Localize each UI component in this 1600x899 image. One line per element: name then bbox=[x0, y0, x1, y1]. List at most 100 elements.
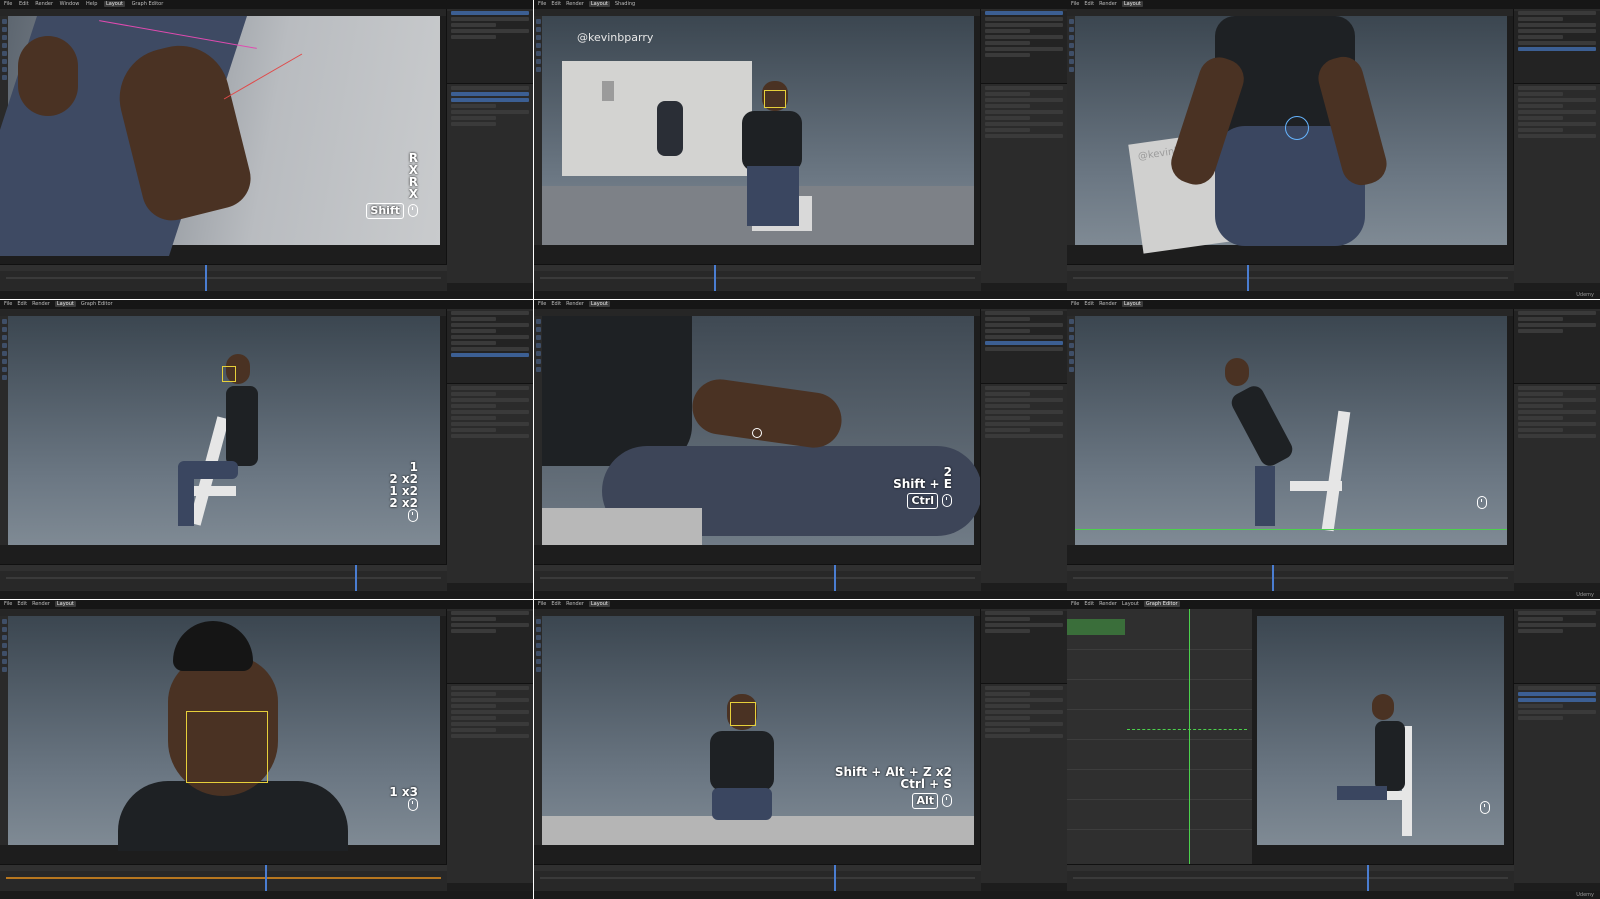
key-badge: Ctrl bbox=[907, 493, 938, 509]
3d-viewport[interactable] bbox=[1075, 316, 1507, 545]
constraint-line bbox=[223, 53, 303, 100]
character-torso[interactable] bbox=[542, 316, 692, 466]
face-controls[interactable] bbox=[764, 90, 786, 108]
hip-control[interactable] bbox=[1285, 116, 1309, 140]
mouse-icon bbox=[942, 494, 952, 507]
timeline[interactable] bbox=[1067, 264, 1514, 291]
status-bar: Udemy bbox=[1067, 291, 1600, 299]
outliner[interactable] bbox=[447, 611, 533, 684]
timeline[interactable] bbox=[534, 264, 981, 291]
outliner[interactable] bbox=[981, 11, 1067, 84]
character-head[interactable] bbox=[1225, 358, 1249, 386]
menu-edit[interactable]: Edit bbox=[19, 1, 29, 7]
tool-shelf[interactable] bbox=[534, 316, 542, 545]
tab-layout[interactable]: Layout bbox=[103, 1, 125, 7]
tile-2: File Edit Render Layout Shading @kevinbparry bbox=[534, 0, 1067, 299]
key-badge: Shift bbox=[366, 203, 404, 219]
graph-editor[interactable] bbox=[1067, 609, 1252, 875]
timeline[interactable] bbox=[1067, 864, 1514, 891]
character-torso[interactable] bbox=[742, 111, 802, 171]
properties-panel[interactable] bbox=[980, 309, 1067, 583]
shortcut-overlay: R X R X Shift bbox=[366, 152, 418, 219]
outliner[interactable] bbox=[1514, 11, 1600, 84]
tile-9: File Edit Render Layout Graph Editor Udemy bbox=[1067, 600, 1600, 899]
platform-watermark: Udemy bbox=[1576, 592, 1594, 598]
timeline[interactable] bbox=[0, 264, 447, 291]
mouse-icon bbox=[1480, 801, 1490, 814]
outliner[interactable] bbox=[981, 611, 1067, 684]
character-torso[interactable] bbox=[1375, 721, 1405, 791]
tab-graph-editor[interactable]: Graph Editor bbox=[132, 1, 164, 7]
character-torso[interactable] bbox=[226, 386, 258, 466]
menu-help[interactable]: Help bbox=[86, 1, 97, 7]
tool-shelf[interactable] bbox=[1067, 316, 1075, 545]
playhead[interactable] bbox=[205, 265, 207, 291]
viewport-header bbox=[534, 609, 981, 616]
properties-panel[interactable] bbox=[446, 609, 533, 883]
platform-watermark: Udemy bbox=[1576, 892, 1594, 898]
tool-shelf[interactable] bbox=[534, 16, 542, 245]
outliner[interactable] bbox=[447, 11, 533, 84]
shortcut-overlay: Shift + Alt + Z x2 Ctrl + S Alt bbox=[834, 765, 952, 809]
graph-playhead[interactable] bbox=[1189, 609, 1190, 875]
timeline[interactable] bbox=[0, 564, 447, 591]
reference-person bbox=[657, 101, 683, 156]
status-bar bbox=[534, 591, 1067, 599]
mouse-icon bbox=[1477, 496, 1487, 509]
mouse-icon bbox=[408, 798, 418, 811]
3d-viewport[interactable]: @kevinbparry bbox=[542, 16, 974, 245]
channel-list[interactable] bbox=[1067, 619, 1125, 635]
top-menu-bar: File Edit Render Layout Shading bbox=[534, 0, 1067, 9]
properties-panel[interactable] bbox=[446, 9, 533, 283]
status-bar bbox=[534, 291, 1067, 299]
menu-render[interactable]: Render bbox=[35, 1, 53, 7]
tool-shelf[interactable] bbox=[0, 616, 8, 845]
tile-5: File Edit Render Layout 2 Shift + E Ctrl bbox=[534, 300, 1067, 599]
timeline[interactable] bbox=[1067, 564, 1514, 591]
face-controls[interactable] bbox=[186, 711, 268, 783]
outliner[interactable] bbox=[447, 311, 533, 384]
tool-shelf[interactable] bbox=[1067, 16, 1075, 245]
3d-viewport[interactable] bbox=[1257, 616, 1504, 845]
3d-viewport[interactable]: R X R X Shift bbox=[0, 16, 440, 256]
face-controls[interactable] bbox=[730, 702, 756, 726]
status-bar bbox=[0, 891, 533, 899]
properties-panel[interactable] bbox=[446, 309, 533, 583]
3d-viewport[interactable]: 1 2 x2 1 x2 2 x2 bbox=[8, 316, 440, 545]
timeline[interactable] bbox=[0, 864, 447, 891]
character-torso[interactable] bbox=[1228, 382, 1296, 470]
properties-panel[interactable] bbox=[1513, 309, 1600, 583]
pivot-point[interactable] bbox=[752, 428, 762, 438]
outliner[interactable] bbox=[1514, 311, 1600, 384]
3d-viewport[interactable]: 1 x3 bbox=[8, 616, 440, 851]
chair-seat bbox=[1290, 481, 1342, 491]
3d-viewport[interactable]: 2 Shift + E Ctrl bbox=[542, 316, 982, 545]
status-bar bbox=[534, 891, 1067, 899]
menu-window[interactable]: Window bbox=[60, 1, 80, 7]
timeline[interactable] bbox=[534, 864, 981, 891]
properties-panel[interactable] bbox=[980, 609, 1067, 883]
key-badge: Alt bbox=[912, 793, 938, 809]
top-menu-bar: File Edit Render Layout bbox=[1067, 300, 1600, 309]
hand-mesh[interactable] bbox=[688, 375, 846, 452]
character-torso[interactable] bbox=[710, 731, 774, 791]
3d-viewport[interactable]: Shift + Alt + Z x2 Ctrl + S Alt bbox=[542, 616, 974, 845]
hand-thumb bbox=[18, 36, 78, 116]
tile-1: File Edit Render Window Help Layout Grap… bbox=[0, 0, 533, 299]
character-head[interactable] bbox=[1372, 694, 1394, 720]
outliner[interactable] bbox=[981, 311, 1067, 384]
properties-panel[interactable] bbox=[980, 9, 1067, 283]
f-curve[interactable] bbox=[1127, 729, 1247, 731]
3d-viewport[interactable]: @kevinbparry bbox=[1075, 16, 1507, 254]
tile-4: File Edit Render Layout Graph Editor 1 2 x2 … bbox=[0, 300, 533, 599]
reference-video: @kevinbparry bbox=[562, 31, 752, 176]
menu-file[interactable]: File bbox=[4, 1, 12, 7]
status-bar bbox=[0, 591, 533, 599]
properties-panel[interactable] bbox=[1513, 609, 1600, 883]
outliner[interactable] bbox=[1514, 611, 1600, 684]
tutorial-grid: File Edit Render Window Help Layout Grap… bbox=[0, 0, 1600, 899]
tool-shelf[interactable] bbox=[534, 616, 542, 845]
timeline[interactable] bbox=[534, 564, 981, 591]
properties-panel[interactable] bbox=[1513, 9, 1600, 283]
tool-shelf[interactable] bbox=[0, 316, 8, 545]
